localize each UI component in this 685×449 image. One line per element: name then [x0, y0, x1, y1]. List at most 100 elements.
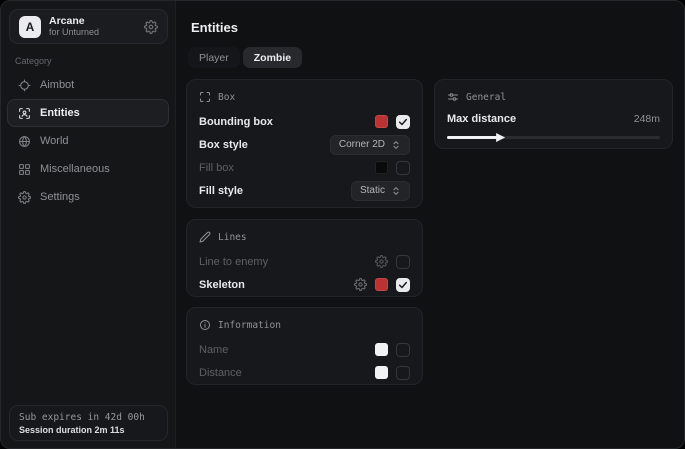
skeleton-settings-button[interactable]	[354, 278, 367, 291]
arcane-window: A Arcane for Unturned Category Aimbot	[0, 0, 685, 449]
category-label: Category	[15, 56, 52, 66]
sidebar-item-entities[interactable]: Entities	[7, 99, 169, 127]
session-duration-text: Session duration 2m 11s	[19, 425, 158, 435]
max-distance-value: 248m	[634, 113, 660, 125]
slider-fill	[447, 136, 498, 139]
chevron-up-down-icon	[391, 186, 401, 196]
row-controls	[375, 255, 410, 269]
sidebar-item-label: Entities	[40, 107, 80, 119]
gear-icon	[375, 255, 388, 268]
box-card: Box Bounding box Box style Corner 2D	[186, 79, 423, 208]
row-controls	[375, 343, 410, 357]
sidebar: A Arcane for Unturned Category Aimbot	[1, 1, 176, 448]
line-to-enemy-checkbox[interactable]	[396, 255, 410, 269]
row-controls	[375, 115, 410, 129]
information-card-title: Information	[218, 320, 281, 331]
box-corners-icon	[199, 91, 211, 103]
gear-icon	[354, 278, 367, 291]
bounding-box-checkbox[interactable]	[396, 115, 410, 129]
setting-row-fill-box: Fill box	[199, 156, 410, 179]
scan-person-icon	[18, 107, 31, 120]
brand-settings-button[interactable]	[144, 20, 158, 34]
skeleton-checkbox[interactable]	[396, 278, 410, 292]
brand-subtitle: for Unturned	[49, 27, 136, 38]
setting-label: Name	[199, 344, 228, 356]
setting-label: Skeleton	[199, 279, 245, 291]
setting-label: Fill style	[199, 185, 243, 197]
gear-icon	[18, 191, 31, 204]
sidebar-item-label: World	[40, 135, 69, 147]
row-controls	[375, 161, 410, 175]
lines-card: Lines Line to enemy Skeleton	[186, 219, 423, 297]
name-checkbox[interactable]	[396, 343, 410, 357]
pencil-line-icon	[199, 231, 211, 243]
sidebar-item-miscellaneous[interactable]: Miscellaneous	[7, 155, 169, 183]
lines-card-header: Lines	[199, 230, 410, 244]
setting-row-line-to-enemy: Line to enemy	[199, 250, 410, 273]
line-to-enemy-settings-button[interactable]	[375, 255, 388, 268]
setting-row-skeleton: Skeleton	[199, 273, 410, 296]
subscription-card: Sub expires in 42d 00h Session duration …	[9, 405, 168, 441]
general-card-title: General	[466, 92, 506, 103]
row-controls	[375, 366, 410, 380]
setting-row-distance: Distance	[199, 361, 410, 384]
general-card: General Max distance 248m	[434, 79, 673, 149]
globe-icon	[18, 135, 31, 148]
max-distance-slider[interactable]	[447, 131, 660, 144]
sub-expires-text: Sub expires in 42d 00h	[19, 412, 158, 423]
select-value: Static	[360, 185, 385, 196]
setting-row-bounding-box: Bounding box	[199, 110, 410, 133]
chevron-up-down-icon	[391, 140, 401, 150]
sidebar-item-world[interactable]: World	[7, 127, 169, 155]
brand-card: A Arcane for Unturned	[9, 9, 168, 44]
distance-color-swatch[interactable]	[375, 366, 388, 379]
information-card: Information Name Distance	[186, 307, 423, 385]
setting-label: Max distance	[447, 113, 516, 125]
box-style-select[interactable]: Corner 2D	[330, 135, 410, 155]
brand-name: Arcane	[49, 15, 136, 28]
sidebar-item-label: Aimbot	[40, 79, 74, 91]
brand-text: Arcane for Unturned	[49, 15, 136, 38]
setting-label: Distance	[199, 367, 242, 379]
info-circle-icon	[199, 319, 211, 331]
bounding-box-color-swatch[interactable]	[375, 115, 388, 128]
row-controls	[354, 278, 410, 292]
tab-zombie[interactable]: Zombie	[243, 47, 302, 68]
setting-label: Line to enemy	[199, 256, 268, 268]
box-card-title: Box	[218, 92, 235, 103]
fill-box-color-swatch[interactable]	[375, 161, 388, 174]
name-color-swatch[interactable]	[375, 343, 388, 356]
main-panel: Entities Player Zombie Box Bounding box	[176, 1, 684, 448]
box-card-header: Box	[199, 90, 410, 104]
tab-player[interactable]: Player	[188, 47, 240, 68]
sliders-icon	[447, 91, 459, 103]
setting-label: Fill box	[199, 162, 234, 174]
brand-initial: A	[26, 20, 35, 34]
entity-tabs: Player Zombie	[188, 47, 302, 68]
page-title: Entities	[191, 20, 238, 35]
fill-style-select[interactable]: Static	[351, 181, 410, 201]
setting-row-max-distance: Max distance 248m	[447, 110, 660, 128]
sidebar-nav: Aimbot Entities World Miscellaneous	[7, 71, 169, 211]
setting-label: Bounding box	[199, 116, 273, 128]
lines-card-title: Lines	[218, 232, 247, 243]
gear-icon	[144, 20, 158, 34]
information-card-header: Information	[199, 318, 410, 332]
setting-row-name: Name	[199, 338, 410, 361]
row-controls: Corner 2D	[330, 135, 410, 155]
setting-row-fill-style: Fill style Static	[199, 179, 410, 202]
crosshair-icon	[18, 79, 31, 92]
sidebar-item-settings[interactable]: Settings	[7, 183, 169, 211]
fill-box-checkbox[interactable]	[396, 161, 410, 175]
select-value: Corner 2D	[339, 139, 385, 150]
grid-icon	[18, 163, 31, 176]
setting-row-box-style: Box style Corner 2D	[199, 133, 410, 156]
distance-checkbox[interactable]	[396, 366, 410, 380]
slider-thumb[interactable]	[496, 133, 505, 142]
skeleton-color-swatch[interactable]	[375, 278, 388, 291]
general-card-header: General	[447, 90, 660, 104]
sidebar-item-label: Settings	[40, 191, 80, 203]
sidebar-item-aimbot[interactable]: Aimbot	[7, 71, 169, 99]
brand-logo: A	[19, 16, 41, 38]
sidebar-item-label: Miscellaneous	[40, 163, 110, 175]
